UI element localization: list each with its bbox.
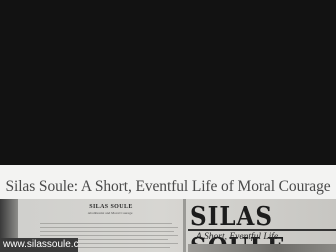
text-line xyxy=(40,231,174,232)
left-page-subtitle: Abolitionist and Moral Courage xyxy=(87,211,133,215)
cover-subtitle: A Short, Eventful Life xyxy=(196,232,279,242)
domain-watermark: www.silassoule.com xyxy=(0,238,78,252)
left-page-heading: SILAS SOULE xyxy=(89,204,133,210)
text-line xyxy=(40,235,178,236)
text-line xyxy=(40,223,172,224)
cover-rule xyxy=(188,229,336,231)
text-line xyxy=(40,227,178,228)
cover-illustration xyxy=(188,244,336,252)
post-title[interactable]: Silas Soule: A Short, Eventful Life of M… xyxy=(0,178,336,196)
book-cover: SILAS SOULE A Short, Eventful Life xyxy=(186,199,336,252)
hero-banner xyxy=(0,0,336,165)
